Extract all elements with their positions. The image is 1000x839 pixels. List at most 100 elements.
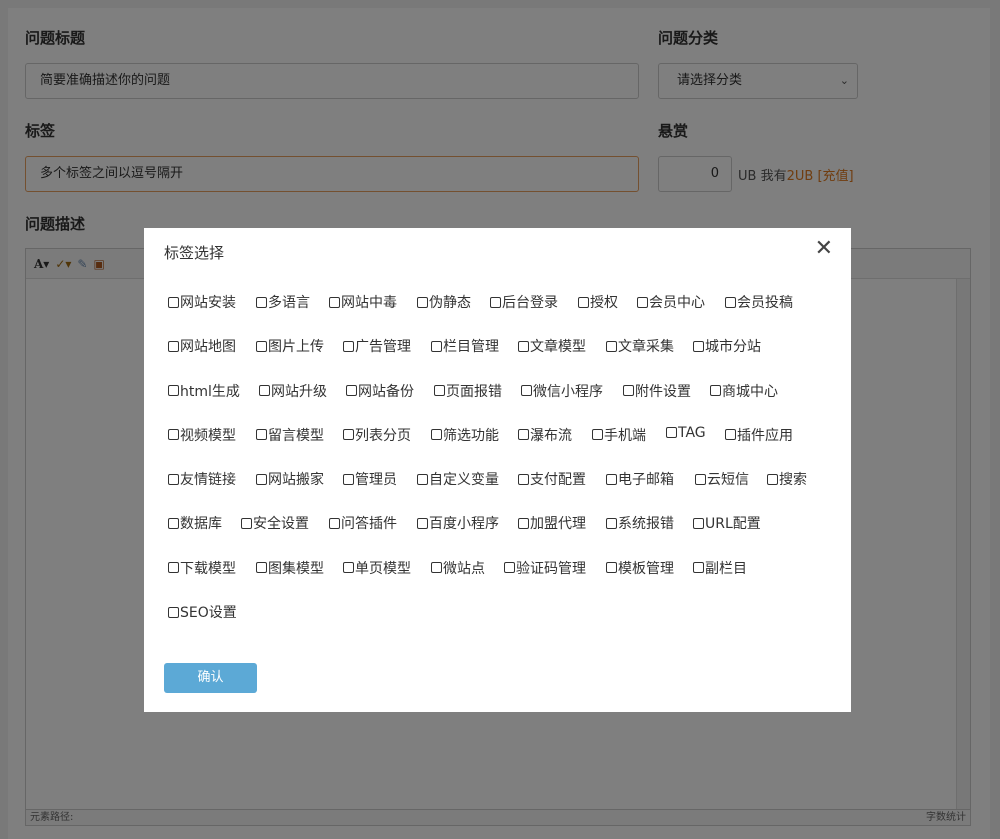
tag-checkbox[interactable] <box>434 385 445 397</box>
tag-checkbox[interactable] <box>431 429 442 441</box>
tag-option[interactable]: 网站地图 <box>168 336 236 356</box>
tag-option[interactable]: 会员投稿 <box>725 292 793 312</box>
tag-option[interactable]: 友情链接 <box>168 469 236 489</box>
tag-option[interactable]: 广告管理 <box>343 336 411 356</box>
tag-option[interactable]: 支付配置 <box>518 469 586 489</box>
tag-option[interactable]: 单页模型 <box>343 558 411 578</box>
tag-checkbox[interactable] <box>693 517 704 529</box>
tag-checkbox[interactable] <box>343 473 354 485</box>
tag-checkbox[interactable] <box>490 296 501 308</box>
tag-option[interactable]: 瀑布流 <box>518 425 572 445</box>
tag-option[interactable]: 微站点 <box>431 558 485 578</box>
tag-option[interactable]: 搜索 <box>767 469 807 489</box>
tag-checkbox[interactable] <box>695 473 706 485</box>
tag-option[interactable]: 网站中毒 <box>329 292 397 312</box>
tag-checkbox[interactable] <box>259 385 270 397</box>
tag-checkbox[interactable] <box>518 340 529 352</box>
tag-checkbox[interactable] <box>666 427 677 439</box>
tag-option[interactable]: 文章模型 <box>518 336 586 356</box>
tag-option[interactable]: 自定义变量 <box>417 469 499 489</box>
tag-option[interactable]: 验证码管理 <box>504 558 586 578</box>
confirm-button[interactable]: 确认 <box>164 663 257 693</box>
tag-checkbox[interactable] <box>256 340 267 352</box>
tag-option[interactable]: URL配置 <box>693 513 761 533</box>
tag-option[interactable]: 会员中心 <box>637 292 705 312</box>
tag-option[interactable]: 百度小程序 <box>417 513 499 533</box>
tag-option[interactable]: 网站安装 <box>168 292 236 312</box>
tag-checkbox[interactable] <box>417 473 428 485</box>
tag-option[interactable]: 手机端 <box>592 425 646 445</box>
tag-option[interactable]: 附件设置 <box>623 381 691 401</box>
tag-checkbox[interactable] <box>168 473 179 485</box>
tag-checkbox[interactable] <box>518 429 529 441</box>
tag-checkbox[interactable] <box>256 562 267 574</box>
tag-checkbox[interactable] <box>592 429 603 441</box>
tag-option[interactable]: 问答插件 <box>329 513 397 533</box>
tag-checkbox[interactable] <box>710 385 721 397</box>
tag-checkbox[interactable] <box>606 473 617 485</box>
tag-option[interactable]: 栏目管理 <box>431 336 499 356</box>
tag-option[interactable]: 列表分页 <box>343 425 411 445</box>
tag-checkbox[interactable] <box>578 296 589 308</box>
tag-option[interactable]: 副栏目 <box>693 558 747 578</box>
tag-option[interactable]: 网站升级 <box>259 381 327 401</box>
tag-checkbox[interactable] <box>168 606 179 618</box>
tag-option[interactable]: 筛选功能 <box>431 425 499 445</box>
tag-option[interactable]: 文章采集 <box>606 336 674 356</box>
tag-option[interactable]: 插件应用 <box>725 425 793 445</box>
tag-checkbox[interactable] <box>637 296 648 308</box>
tag-option[interactable]: TAG <box>666 425 706 441</box>
tag-option[interactable]: 下载模型 <box>168 558 236 578</box>
tag-option[interactable]: 授权 <box>578 292 618 312</box>
tag-option[interactable]: 网站备份 <box>346 381 414 401</box>
tag-checkbox[interactable] <box>343 429 354 441</box>
tag-option[interactable]: 系统报错 <box>606 513 674 533</box>
tag-checkbox[interactable] <box>168 562 179 574</box>
tag-checkbox[interactable] <box>168 517 179 529</box>
tag-checkbox[interactable] <box>241 517 252 529</box>
tag-checkbox[interactable] <box>693 340 704 352</box>
tag-checkbox[interactable] <box>168 296 179 308</box>
tag-checkbox[interactable] <box>343 562 354 574</box>
tag-checkbox[interactable] <box>346 385 357 397</box>
tag-checkbox[interactable] <box>725 296 736 308</box>
tag-option[interactable]: 伪静态 <box>417 292 471 312</box>
tag-checkbox[interactable] <box>431 562 442 574</box>
tag-checkbox[interactable] <box>168 429 179 441</box>
tag-option[interactable]: 视频模型 <box>168 425 236 445</box>
tag-checkbox[interactable] <box>623 385 634 397</box>
tag-checkbox[interactable] <box>417 296 428 308</box>
tag-checkbox[interactable] <box>606 562 617 574</box>
tag-checkbox[interactable] <box>518 473 529 485</box>
tag-checkbox[interactable] <box>521 385 532 397</box>
tag-checkbox[interactable] <box>329 296 340 308</box>
tag-checkbox[interactable] <box>343 340 354 352</box>
tag-option[interactable]: 云短信 <box>695 469 749 489</box>
tag-checkbox[interactable] <box>725 429 736 441</box>
tag-option[interactable]: 后台登录 <box>490 292 558 312</box>
tag-option[interactable]: html生成 <box>168 381 240 401</box>
tag-checkbox[interactable] <box>329 517 340 529</box>
tag-checkbox[interactable] <box>168 340 179 352</box>
tag-checkbox[interactable] <box>256 429 267 441</box>
tag-option[interactable]: 留言模型 <box>256 425 324 445</box>
tag-checkbox[interactable] <box>606 340 617 352</box>
tag-checkbox[interactable] <box>767 473 778 485</box>
tag-checkbox[interactable] <box>431 340 442 352</box>
tag-checkbox[interactable] <box>518 517 529 529</box>
tag-option[interactable]: 电子邮箱 <box>606 469 674 489</box>
close-icon[interactable]: ✕ <box>815 236 833 261</box>
tag-option[interactable]: 数据库 <box>168 513 222 533</box>
tag-checkbox[interactable] <box>504 562 515 574</box>
tag-option[interactable]: 网站搬家 <box>256 469 324 489</box>
tag-checkbox[interactable] <box>693 562 704 574</box>
tag-checkbox[interactable] <box>168 385 179 397</box>
tag-option[interactable]: 管理员 <box>343 469 397 489</box>
tag-checkbox[interactable] <box>256 473 267 485</box>
tag-option[interactable]: 图集模型 <box>256 558 324 578</box>
tag-option[interactable]: SEO设置 <box>168 602 237 622</box>
tag-option[interactable]: 安全设置 <box>241 513 309 533</box>
tag-option[interactable]: 商城中心 <box>710 381 778 401</box>
tag-option[interactable]: 模板管理 <box>606 558 674 578</box>
tag-option[interactable]: 图片上传 <box>256 336 324 356</box>
